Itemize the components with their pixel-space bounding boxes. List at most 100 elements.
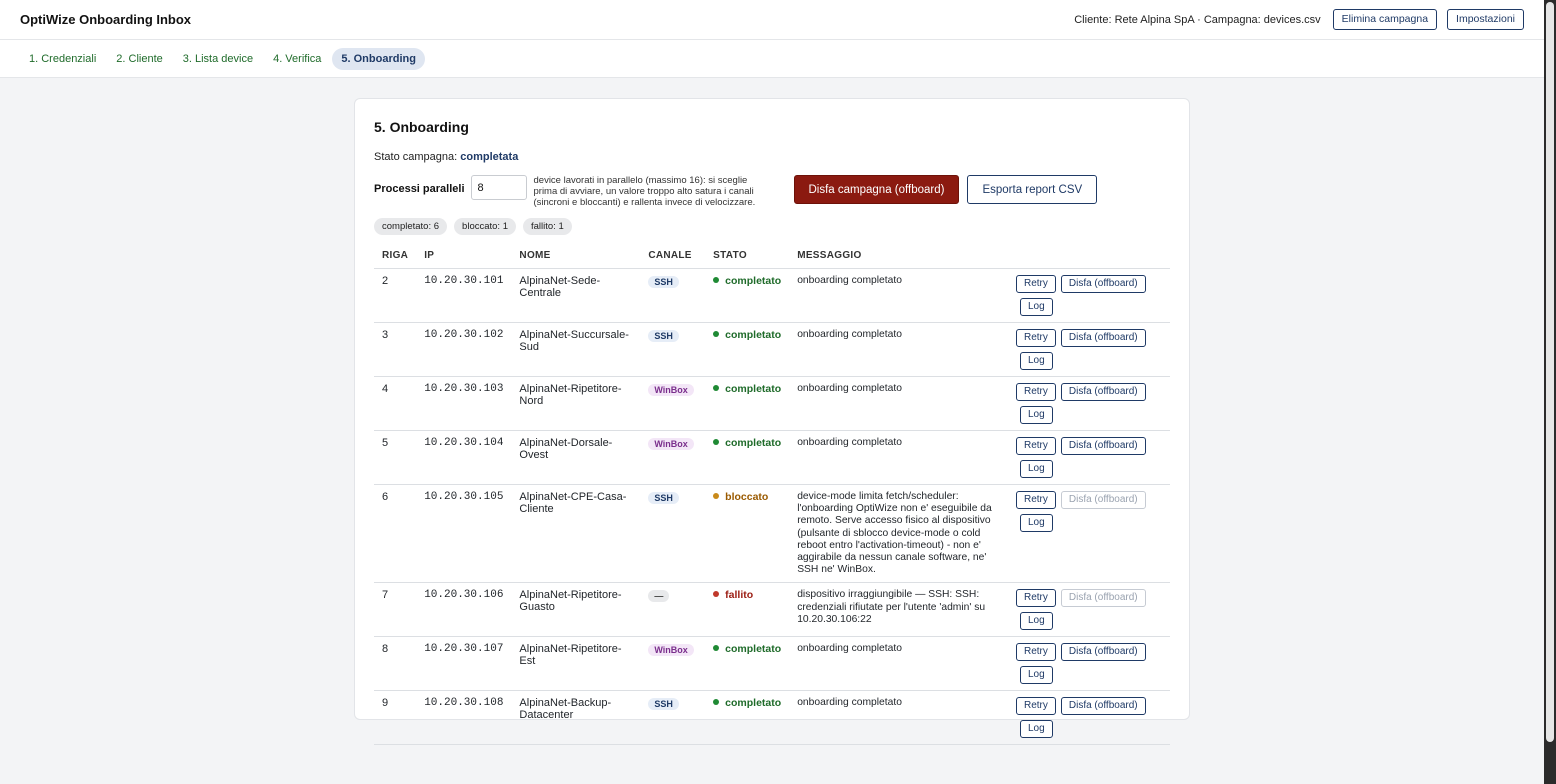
status-dot-icon (713, 493, 720, 499)
cell-stato: completato (705, 268, 790, 323)
parallel-help-text: device lavorati in parallelo (massimo 16… (533, 175, 756, 208)
cell-riga: 9 (374, 690, 417, 746)
campaign-status-value: completata (460, 151, 519, 163)
cell-nome: AlpinaNet-CPE-Casa-Cliente (511, 484, 641, 584)
status-dot-icon (713, 277, 720, 283)
channel-badge: WinBox (648, 644, 694, 657)
channel-badge: WinBox (648, 384, 694, 396)
status-text: completato (725, 437, 782, 449)
cell-riga: 3 (374, 322, 417, 377)
channel-badge: SSH (648, 276, 679, 288)
status-text: completato (725, 697, 782, 710)
cell-ip: 10.20.30.107 (416, 636, 512, 692)
step-credenziali[interactable]: 1. Credenziali (20, 48, 105, 70)
step-cliente[interactable]: 2. Cliente (107, 48, 171, 70)
table-row: 6 10.20.30.105 AlpinaNet-CPE-Casa-Client… (374, 484, 1170, 584)
page-scrollbar[interactable] (1544, 0, 1556, 784)
log-button[interactable]: Log (1019, 612, 1053, 631)
table-row: 4 10.20.30.103 AlpinaNet-Ripetitore-Nord… (374, 376, 1170, 431)
cell-messaggio: onboarding completato (789, 690, 1016, 746)
retry-button[interactable]: Retry (1015, 589, 1056, 608)
cell-ip: 10.20.30.106 (416, 582, 512, 638)
cell-riga: 7 (374, 582, 417, 638)
row-actions: Retry Disfa (offboard) Log (1015, 275, 1156, 316)
parallel-input[interactable] (470, 175, 527, 200)
cell-nome: AlpinaNet-Sede-Centrale (511, 268, 641, 323)
table-row: 8 10.20.30.107 AlpinaNet-Ripetitore-Est … (374, 636, 1170, 692)
status-indicator: bloccato (713, 491, 768, 503)
status-text: fallito (725, 589, 754, 602)
retry-button[interactable]: Retry (1015, 491, 1056, 509)
cell-stato: completato (705, 322, 790, 377)
cell-messaggio: onboarding completato (789, 376, 1016, 431)
status-summary: completato: 6 bloccato: 1 fallito: 1 (374, 218, 1170, 235)
offboard-button[interactable]: Disfa (offboard) (1060, 643, 1146, 662)
retry-button[interactable]: Retry (1015, 383, 1056, 401)
row-actions: Retry Disfa (offboard) Log (1015, 697, 1156, 739)
cell-canale: WinBox (640, 636, 706, 692)
retry-button[interactable]: Retry (1015, 329, 1056, 347)
status-dot-icon (713, 331, 720, 337)
status-indicator: completato (713, 643, 781, 655)
cell-stato: completato (705, 430, 790, 485)
chip-bloccato: bloccato: 1 (454, 218, 516, 235)
step-verifica[interactable]: 4. Verifica (264, 48, 330, 70)
export-csv-button[interactable]: Esporta report CSV (967, 175, 1098, 204)
status-dot-icon (713, 645, 720, 652)
col-messaggio: MESSAGGIO (789, 244, 1016, 269)
cell-actions: Retry Disfa (offboard) Log (1015, 268, 1170, 323)
retry-button[interactable]: Retry (1015, 643, 1056, 662)
log-button[interactable]: Log (1019, 666, 1053, 685)
offboard-button[interactable]: Disfa (offboard) (1060, 275, 1146, 293)
offboard-button[interactable]: Disfa (offboard) (1060, 329, 1146, 347)
log-button[interactable]: Log (1019, 460, 1053, 478)
row-actions: Retry Disfa (offboard) Log (1015, 491, 1156, 532)
step-onboarding[interactable]: 5. Onboarding (332, 47, 425, 70)
chip-completato: completato: 6 (374, 218, 448, 235)
col-stato: STATO (705, 244, 790, 269)
settings-button[interactable]: Impostazioni (1447, 9, 1524, 30)
offboard-campaign-button[interactable]: Disfa campagna (offboard) (793, 175, 960, 204)
cell-riga: 8 (374, 636, 417, 692)
status-indicator: completato (713, 275, 781, 287)
status-indicator: completato (713, 697, 781, 709)
delete-campaign-button[interactable]: Elimina campagna (1332, 9, 1438, 30)
campaign-status-label: Stato campagna: (374, 151, 458, 163)
offboard-button[interactable]: Disfa (offboard) (1060, 697, 1146, 716)
cell-actions: Retry Disfa (offboard) Log (1015, 376, 1170, 431)
retry-button[interactable]: Retry (1015, 275, 1056, 293)
cell-riga: 2 (374, 268, 417, 323)
step-lista-device[interactable]: 3. Lista device (174, 48, 262, 70)
offboard-button[interactable]: Disfa (offboard) (1060, 383, 1146, 401)
cell-canale: WinBox (640, 376, 706, 431)
cell-ip: 10.20.30.103 (416, 376, 512, 431)
log-button[interactable]: Log (1019, 720, 1053, 739)
parallel-label: Processi paralleli (374, 183, 465, 195)
log-button[interactable]: Log (1019, 406, 1053, 424)
col-ip: IP (416, 244, 512, 269)
cell-ip: 10.20.30.105 (416, 484, 512, 584)
offboard-button[interactable]: Disfa (offboard) (1060, 437, 1146, 455)
retry-button[interactable]: Retry (1015, 437, 1056, 455)
cell-ip: 10.20.30.104 (416, 430, 512, 485)
status-indicator: completato (713, 329, 781, 341)
cell-nome: AlpinaNet-Backup-Datacenter (511, 690, 641, 746)
log-button[interactable]: Log (1019, 298, 1053, 316)
col-riga: RIGA (374, 244, 417, 269)
log-button[interactable]: Log (1019, 514, 1053, 532)
cell-ip: 10.20.30.108 (416, 690, 512, 746)
cell-canale: SSH (640, 484, 706, 584)
offboard-button: Disfa (offboard) (1060, 589, 1146, 608)
campaign-status: Stato campagna: completata (374, 151, 1170, 163)
log-button[interactable]: Log (1019, 352, 1053, 370)
cell-nome: AlpinaNet-Succursale-Sud (511, 322, 641, 377)
cell-canale: WinBox (640, 430, 706, 485)
scrollbar-thumb[interactable] (1546, 2, 1554, 742)
step-nav: 1. Credenziali 2. Cliente 3. Lista devic… (0, 40, 1544, 78)
table-row: 9 10.20.30.108 AlpinaNet-Backup-Datacent… (374, 690, 1170, 746)
cell-stato: bloccato (705, 484, 790, 584)
col-nome: NOME (511, 244, 641, 269)
retry-button[interactable]: Retry (1015, 697, 1056, 716)
app-title: OptiWize Onboarding Inbox (20, 12, 192, 27)
devices-table: RIGA IP NOME CANALE STATO MESSAGGIO 2 10… (374, 244, 1170, 746)
